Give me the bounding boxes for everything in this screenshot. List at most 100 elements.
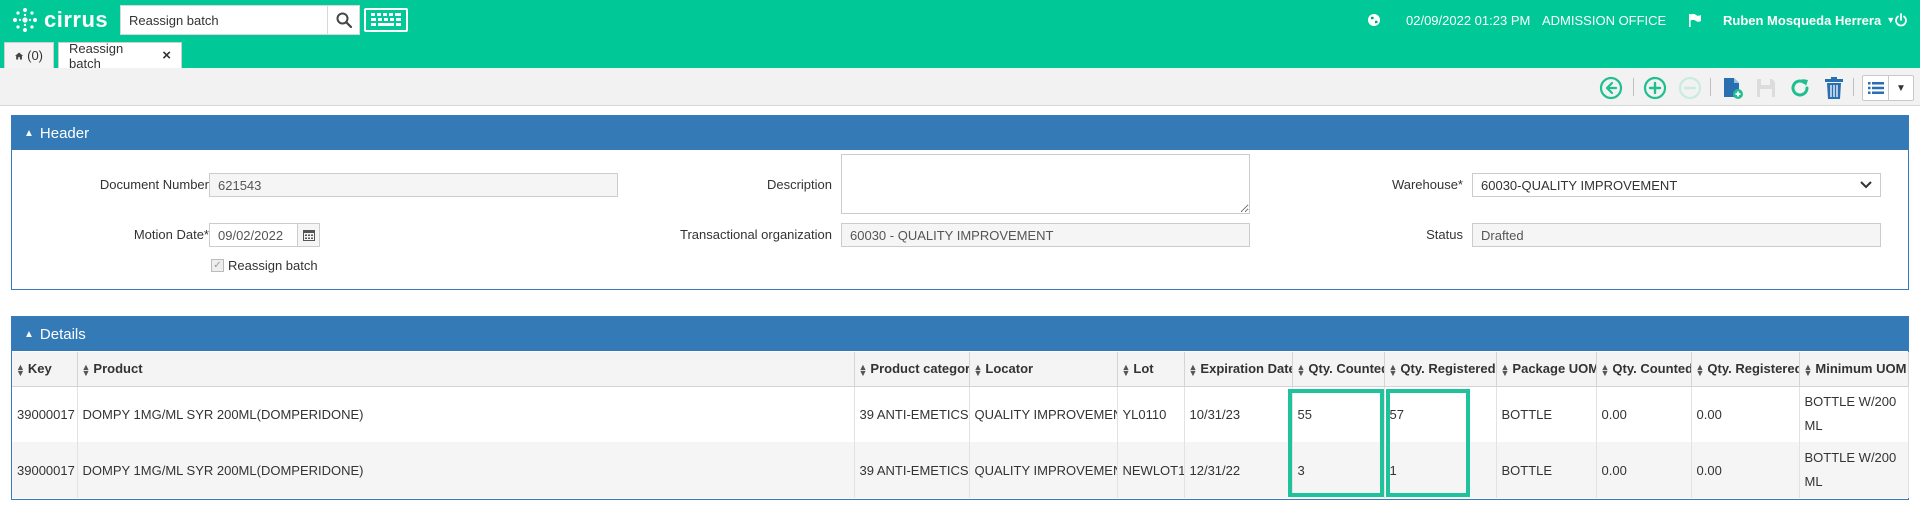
header-panel-title: Header <box>39 124 90 142</box>
new-document-icon <box>1724 78 1743 99</box>
keyboard-icon <box>371 13 401 26</box>
reassign-batch-checkbox[interactable]: ✓ <box>211 259 224 272</box>
current-office[interactable]: ADMISSION OFFICE <box>1542 0 1666 40</box>
details-panel: ▲ Details ▲ ▼ Key ▲ ▼ Product ▲ ▼ Product cate… <box>11 316 1909 500</box>
back-button[interactable] <box>1598 75 1624 101</box>
new-document-button[interactable] <box>1719 75 1745 101</box>
column-header-label: Qty. Counted <box>1308 361 1384 377</box>
column-header-locator[interactable]: ▲ ▼ Locator <box>969 352 1118 387</box>
list-view-button[interactable] <box>1863 76 1888 100</box>
header-panel: ▲ Header Document Number 621543 Descript… <box>11 115 1909 290</box>
tab-home[interactable]: (0) <box>4 42 54 68</box>
cell-qty-counted[interactable]: 3 <box>1292 442 1385 498</box>
cell-locator: QUALITY IMPROVEMENT <box>969 386 1118 442</box>
column-header-minimum-uom[interactable]: ▲ ▼ Minimum UOM <box>1799 352 1909 387</box>
refresh-icon <box>1791 79 1809 97</box>
notifications-button[interactable] <box>1688 0 1702 40</box>
cell-product: DOMPY 1MG/ML SYR 200ML(DOMPERIDONE) <box>77 386 855 442</box>
save-icon <box>1757 79 1775 97</box>
caret-up-icon: ▲ <box>24 328 34 340</box>
home-icon <box>15 52 24 59</box>
cell-minimum-uom: BOTTLE W/200 ML <box>1799 442 1909 498</box>
toolbar-separator <box>1853 78 1854 96</box>
column-header-qty-registered[interactable]: ▲ ▼ Qty. Registered <box>1384 352 1497 387</box>
sort-icon: ▲ ▼ <box>81 361 91 378</box>
keyboard-button[interactable] <box>364 8 408 32</box>
warehouse-select[interactable]: 60030-QUALITY IMPROVEMENT <box>1472 173 1881 197</box>
view-options-button[interactable]: ▼ <box>1862 75 1914 101</box>
refresh-button[interactable] <box>1787 75 1813 101</box>
status-field[interactable]: Drafted <box>1472 223 1881 247</box>
caret-down-icon: ▼ <box>1896 82 1906 94</box>
add-row-button[interactable] <box>1642 75 1668 101</box>
top-bar: cirrus 02/09/2022 01:23 PM ADMISSION OFF… <box>0 0 1920 40</box>
column-header-label: Product <box>93 361 143 377</box>
cell-lot: NEWLOT1 <box>1117 442 1185 498</box>
chevron-down-icon <box>1860 181 1872 189</box>
table-row[interactable]: 39000017 DOMPY 1MG/ML SYR 200ML(DOMPERID… <box>12 386 1909 442</box>
details-panel-title: Details <box>39 325 86 343</box>
cell-product-category: 39 ANTI-EMETICS <box>854 386 970 442</box>
column-header-qty-registered-uom[interactable]: ▲ ▼ Qty. Registered <box>1691 352 1800 387</box>
sort-icon: ▲ ▼ <box>16 361 25 378</box>
document-number-field[interactable]: 621543 <box>209 173 618 197</box>
motion-date-field[interactable]: 09/02/2022 <box>209 223 298 247</box>
details-panel-toggle[interactable]: ▲ Details <box>12 317 1908 351</box>
tab-reassign-batch[interactable]: Reassign batch × <box>58 40 182 71</box>
flag-icon <box>1689 13 1701 27</box>
status-label: Status <box>1426 227 1463 242</box>
column-header-qty-counted-uom[interactable]: ▲ ▼ Qty. Counted <box>1596 352 1692 387</box>
user-name: Ruben Mosqueda Herrera <box>1723 12 1882 28</box>
search-input[interactable] <box>120 5 328 35</box>
transactional-organization-field[interactable]: 60030 - QUALITY IMPROVEMENT <box>841 223 1250 247</box>
save-button[interactable] <box>1753 75 1779 101</box>
cell-qty-counted[interactable]: 55 <box>1292 386 1385 442</box>
warehouse-label: Warehouse* <box>1391 177 1463 192</box>
cell-product: DOMPY 1MG/ML SYR 200ML(DOMPERIDONE) <box>77 442 855 498</box>
cell-qty-counted-uom: 0.00 <box>1596 386 1692 442</box>
sort-icon: ▲ ▼ <box>1296 361 1306 378</box>
column-header-label: Key <box>27 361 52 377</box>
header-panel-toggle[interactable]: ▲ Header <box>12 116 1908 150</box>
back-circle-icon <box>1599 76 1623 100</box>
column-header-product-category[interactable]: ▲ ▼ Product category <box>854 352 970 387</box>
column-header-label: Lot <box>1133 361 1154 377</box>
cell-qty-registered: 1 <box>1384 442 1497 498</box>
cell-key: 39000017 <box>12 442 78 498</box>
column-header-label: Qty. Registered <box>1400 361 1496 377</box>
cell-expiration-date: 10/31/23 <box>1184 386 1293 442</box>
column-header-qty-counted[interactable]: ▲ ▼ Qty. Counted <box>1292 352 1385 387</box>
column-header-label: Product category <box>870 361 969 377</box>
search-button[interactable] <box>328 5 360 35</box>
column-header-label: Minimum UOM <box>1815 361 1907 377</box>
close-icon[interactable]: × <box>162 47 171 64</box>
column-header-product[interactable]: ▲ ▼ Product <box>77 352 855 387</box>
table-header-row: ▲ ▼ Key ▲ ▼ Product ▲ ▼ Product category ▲ ▼ Loc… <box>12 352 1909 387</box>
column-header-key[interactable]: ▲ ▼ Key <box>12 352 78 387</box>
search-icon <box>336 12 352 28</box>
cell-qty-registered-uom: 0.00 <box>1691 442 1800 498</box>
column-header-label: Locator <box>985 361 1034 377</box>
description-field[interactable] <box>841 154 1250 214</box>
toolbar-separator <box>1710 78 1711 96</box>
logout-button[interactable] <box>1894 0 1908 40</box>
cirrus-logo-icon <box>13 8 37 32</box>
delete-button[interactable] <box>1821 75 1847 101</box>
app-logo[interactable]: cirrus <box>12 6 108 34</box>
column-header-package-uom[interactable]: ▲ ▼ Package UOM <box>1496 352 1597 387</box>
language-button[interactable] <box>1367 0 1381 40</box>
column-header-lot[interactable]: ▲ ▼ Lot <box>1117 352 1185 387</box>
cell-qty-counted-uom: 0.00 <box>1596 442 1692 498</box>
calendar-button[interactable] <box>298 223 320 247</box>
column-header-expiration-date[interactable]: ▲ ▼ Expiration Date <box>1184 352 1293 387</box>
column-header-label: Package UOM <box>1512 361 1596 377</box>
calendar-icon <box>302 230 315 241</box>
globe-icon <box>1368 14 1380 26</box>
sort-icon: ▲ ▼ <box>1388 361 1398 378</box>
tab-reassign-batch-label: Reassign batch <box>69 40 124 71</box>
user-menu[interactable]: Ruben Mosqueda Herrera ▼ <box>1723 0 1895 40</box>
view-dropdown-button[interactable]: ▼ <box>1888 76 1913 100</box>
remove-row-button[interactable] <box>1677 75 1703 101</box>
table-row[interactable]: 39000017 DOMPY 1MG/ML SYR 200ML(DOMPERID… <box>12 442 1909 498</box>
sort-icon: ▲ ▼ <box>1188 361 1198 378</box>
